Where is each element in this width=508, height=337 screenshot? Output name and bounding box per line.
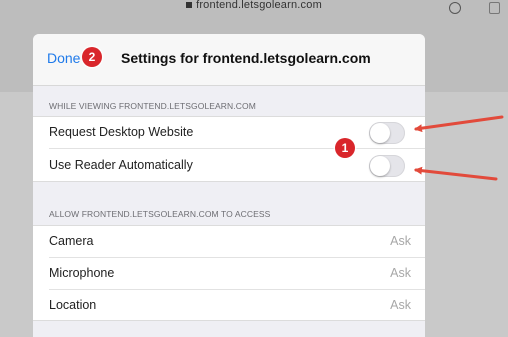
request-desktop-row[interactable]: Request Desktop Website bbox=[33, 117, 425, 149]
reader-auto-row[interactable]: Use Reader Automatically bbox=[33, 150, 425, 182]
permission-row-location[interactable]: Location Ask bbox=[33, 290, 425, 322]
annotation-badge-1: 1 bbox=[335, 138, 355, 158]
request-desktop-label: Request Desktop Website bbox=[49, 125, 194, 139]
settings-nav-bar: Done 2 Settings for frontend.letsgolearn… bbox=[33, 34, 425, 86]
permission-row-camera[interactable]: Camera Ask bbox=[33, 226, 425, 258]
site-settings-sheet: Done 2 Settings for frontend.letsgolearn… bbox=[33, 34, 425, 337]
section-header-viewing: WHILE VIEWING FRONTEND.LETSGOLEARN.COM bbox=[49, 101, 256, 111]
microphone-label: Microphone bbox=[49, 266, 115, 280]
address-bar-url: frontend.letsgolearn.com bbox=[196, 0, 322, 11]
share-icon[interactable] bbox=[489, 2, 500, 14]
viewing-options-group: Request Desktop Website Use Reader Autom… bbox=[33, 116, 425, 182]
annotation-badge-2: 2 bbox=[82, 47, 102, 67]
reader-auto-toggle[interactable] bbox=[369, 155, 405, 177]
address-bar[interactable]: frontend.letsgolearn.com bbox=[0, 0, 508, 14]
camera-label: Camera bbox=[49, 234, 94, 248]
camera-value: Ask bbox=[390, 234, 411, 248]
permission-row-microphone[interactable]: Microphone Ask bbox=[33, 258, 425, 290]
location-value: Ask bbox=[390, 298, 411, 312]
request-desktop-toggle[interactable] bbox=[369, 122, 405, 144]
toggle-knob bbox=[370, 156, 390, 176]
reload-icon[interactable] bbox=[449, 2, 461, 14]
settings-title: Settings for frontend.letsgolearn.com bbox=[121, 50, 371, 66]
lock-icon bbox=[186, 2, 193, 8]
reader-auto-label: Use Reader Automatically bbox=[49, 158, 193, 172]
toggle-knob bbox=[370, 123, 390, 143]
microphone-value: Ask bbox=[390, 266, 411, 280]
row-divider bbox=[49, 148, 425, 149]
location-label: Location bbox=[49, 298, 97, 312]
permissions-group: Camera Ask Microphone Ask Location Ask bbox=[33, 225, 425, 321]
section-header-access: ALLOW FRONTEND.LETSGOLEARN.COM TO ACCESS bbox=[49, 209, 271, 219]
done-button[interactable]: Done bbox=[47, 50, 80, 66]
